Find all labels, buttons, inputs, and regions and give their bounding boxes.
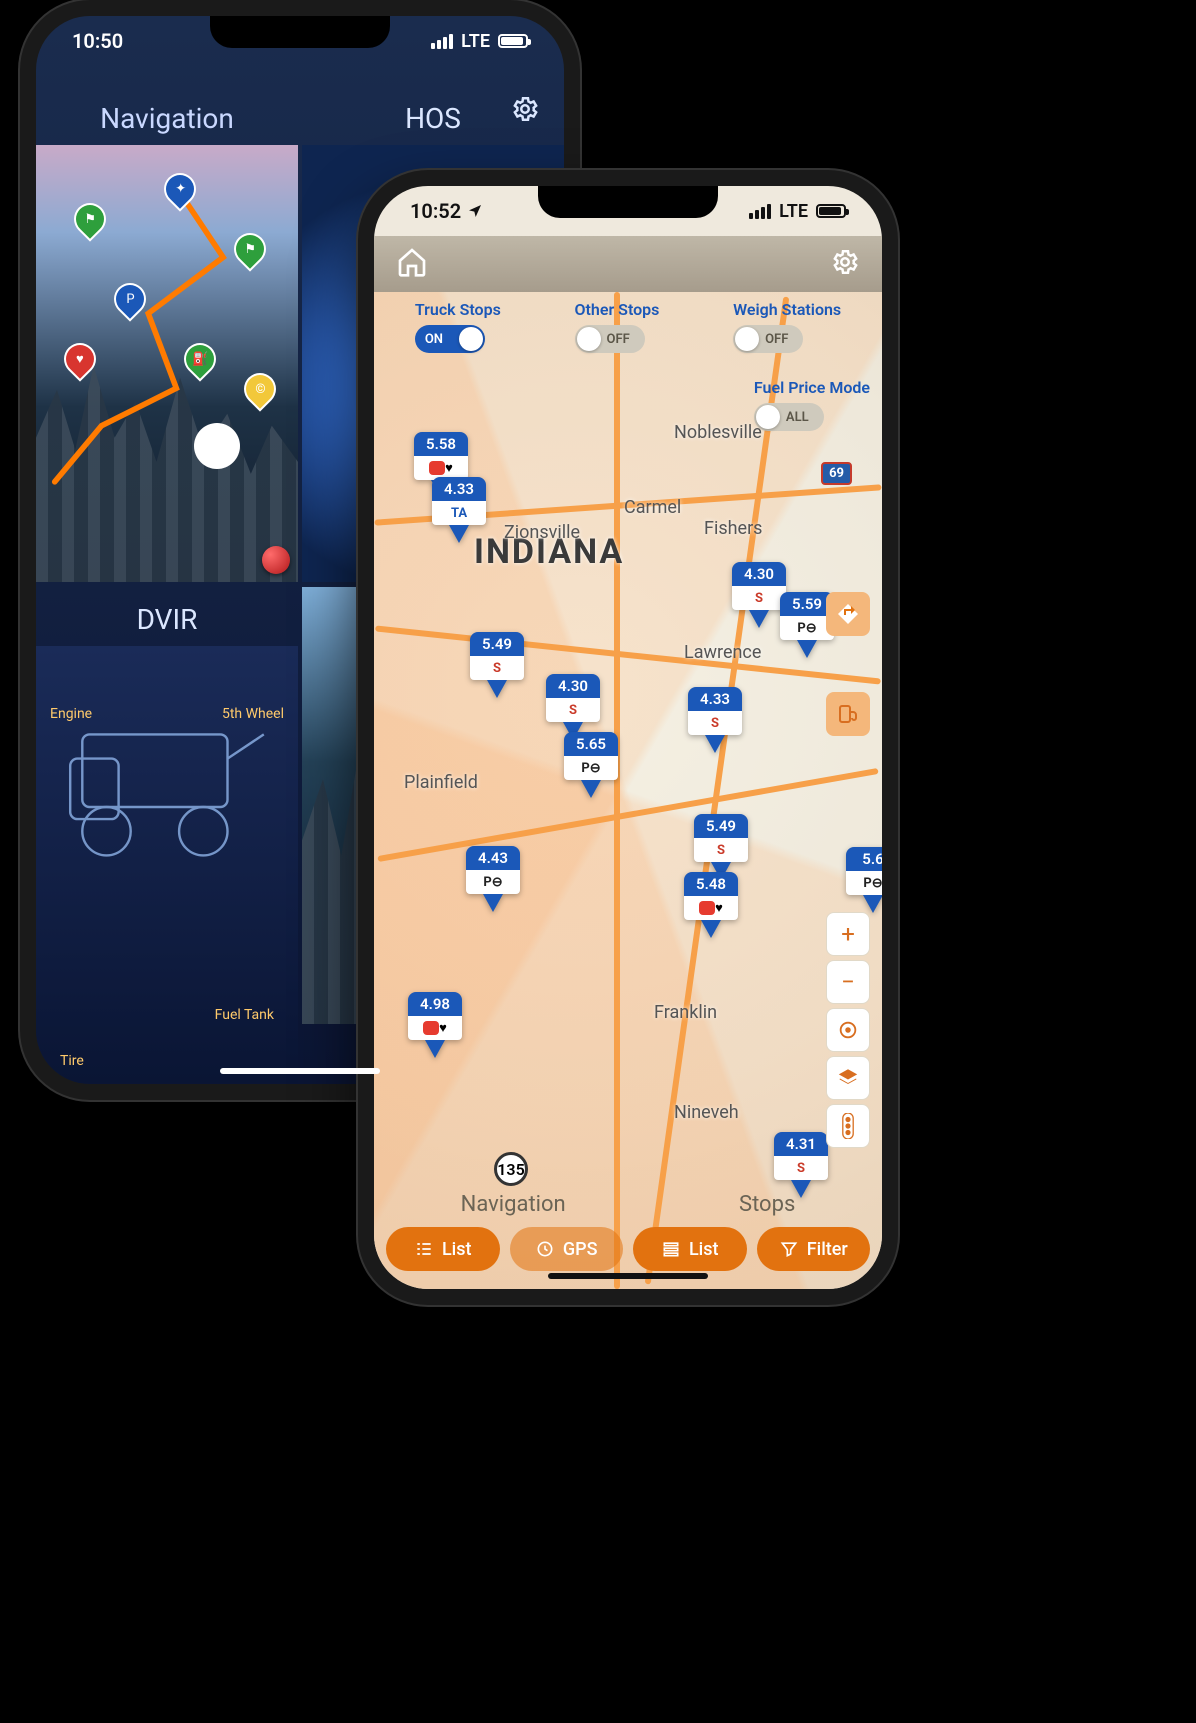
pin-brand: P⊖: [846, 871, 882, 895]
app-topbar: [374, 236, 882, 292]
pin-price: 5.65: [564, 732, 618, 756]
stops-list-button[interactable]: List: [633, 1227, 747, 1271]
zoom-out-button[interactable]: −: [826, 960, 870, 1004]
pin-brand: ♥: [408, 1016, 462, 1040]
pin-price: 4.33: [432, 477, 486, 501]
pin-price: 4.30: [546, 674, 600, 698]
fuel-button[interactable]: [826, 692, 870, 736]
directions-button[interactable]: [826, 592, 870, 636]
city-label: Lawrence: [684, 642, 761, 663]
pin-brand: S: [688, 711, 742, 735]
clock: 10:52: [410, 199, 461, 223]
layers-button[interactable]: [826, 1056, 870, 1100]
pin-price: 5.6: [846, 847, 882, 871]
pin-price: 5.48: [684, 872, 738, 896]
toggle-fuel-price-mode[interactable]: Fuel Price Mode ALL: [754, 378, 870, 431]
fuel-price-pin[interactable]: 5.48♥: [684, 872, 738, 938]
section-labels: Navigation Stops: [374, 1192, 882, 1217]
home-button[interactable]: [396, 246, 428, 282]
nav-list-button[interactable]: List: [386, 1227, 500, 1271]
pin-brand: S: [732, 586, 786, 610]
phone-front: 10:52 LTE: [358, 170, 898, 1305]
filter-button[interactable]: Filter: [757, 1227, 871, 1271]
fuel-price-pin[interactable]: 5.6P⊖: [846, 847, 882, 913]
pin-brand: S: [774, 1156, 828, 1180]
fuel-price-pin[interactable]: 4.30S: [732, 562, 786, 628]
pin-brand: S: [694, 838, 748, 862]
toggle-other-stops[interactable]: Other Stops OFF: [575, 300, 660, 353]
city-label: Plainfield: [404, 772, 478, 793]
settings-icon[interactable]: [830, 247, 860, 281]
settings-icon[interactable]: [510, 94, 540, 128]
battery-icon: [816, 204, 846, 218]
pin-price: 4.43: [466, 846, 520, 870]
fuel-price-pin[interactable]: 4.30S: [546, 674, 600, 740]
callout-5th-wheel: 5th Wheel: [222, 706, 284, 722]
pin-price: 4.33: [688, 687, 742, 711]
city-label: Noblesville: [674, 422, 762, 443]
callout-fuel-tank: Fuel Tank: [215, 1007, 274, 1023]
city-label: Franklin: [654, 1002, 717, 1023]
fuel-price-pin[interactable]: 4.33S: [688, 687, 742, 753]
fuel-price-pin[interactable]: 5.65P⊖: [564, 732, 618, 798]
pin-price: 5.58: [414, 432, 468, 456]
route-shield: 135: [494, 1152, 528, 1186]
fuel-price-pin[interactable]: 4.43P⊖: [466, 846, 520, 912]
pin-brand: P⊖: [564, 756, 618, 780]
signal-icon: [749, 204, 771, 219]
fuel-price-pin[interactable]: 5.49S: [694, 814, 748, 880]
gps-button[interactable]: GPS: [510, 1227, 624, 1271]
tile-navigation[interactable]: Navigation ⚑ ✦ ⚑ P ♥ ⛽ © TA: [36, 86, 298, 583]
pin-brand: ♥: [684, 896, 738, 920]
pin-price: 4.31: [774, 1132, 828, 1156]
fuel-price-pin[interactable]: 4.33TA: [432, 477, 486, 543]
pin-price: 5.49: [694, 814, 748, 838]
location-arrow-icon: [467, 203, 483, 219]
tile-title: Navigation: [36, 86, 298, 145]
pin-brand: S: [470, 656, 524, 680]
fuel-price-pin[interactable]: 5.49S: [470, 632, 524, 698]
alert-badge-icon: [262, 546, 290, 574]
city-label: Fishers: [704, 518, 762, 539]
pin-price: 4.98: [408, 992, 462, 1016]
network-label: LTE: [461, 31, 490, 52]
pin-price: 4.30: [732, 562, 786, 586]
interstate-shield: 69: [821, 462, 852, 485]
traffic-button[interactable]: [826, 1104, 870, 1148]
city-label: Nineveh: [674, 1102, 739, 1123]
map-view[interactable]: Truck Stops ON Other Stops OFF Weigh Sta…: [374, 292, 882, 1289]
callout-engine: Engine: [50, 706, 92, 722]
clock: 10:50: [72, 29, 123, 53]
network-label: LTE: [779, 201, 808, 222]
signal-icon: [431, 34, 453, 49]
fuel-price-pin[interactable]: 4.31S: [774, 1132, 828, 1198]
city-label: Carmel: [624, 497, 681, 518]
callout-tire: Tire: [60, 1053, 84, 1069]
zoom-in-button[interactable]: +: [826, 912, 870, 956]
nav-section-label: Navigation: [461, 1192, 566, 1217]
toggle-truck-stops[interactable]: Truck Stops ON: [415, 300, 501, 353]
toggle-weigh-stations[interactable]: Weigh Stations OFF: [733, 300, 841, 353]
locate-button[interactable]: [826, 1008, 870, 1052]
tile-title: DVIR: [36, 587, 298, 646]
pin-brand: P⊖: [466, 870, 520, 894]
city-label: Zionsville: [504, 522, 580, 543]
stops-section-label: Stops: [739, 1192, 795, 1217]
pin-brand: TA: [432, 501, 486, 525]
pin-brand: S: [546, 698, 600, 722]
tile-dvir[interactable]: DVIR Engine 5th Wheel Fuel Tank Tire: [36, 587, 298, 1084]
battery-icon: [498, 34, 528, 48]
pin-price: 5.49: [470, 632, 524, 656]
fuel-price-pin[interactable]: 4.98♥: [408, 992, 462, 1058]
brand-pin-ta: TA: [196, 425, 238, 467]
